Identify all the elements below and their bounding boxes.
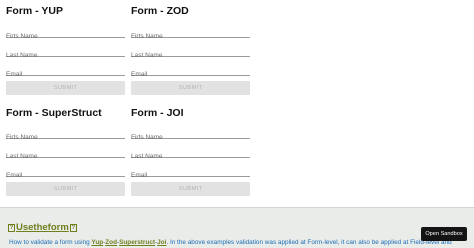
- form-title: Form - JOI: [131, 107, 184, 119]
- first-name-input[interactable]: [131, 131, 250, 144]
- missing-glyph-icon: ?: [69, 223, 77, 232]
- first-name-input[interactable]: [6, 30, 125, 43]
- last-name-input[interactable]: [131, 150, 250, 163]
- last-name-input[interactable]: [6, 49, 125, 62]
- form-title: Form - ZOD: [131, 5, 189, 17]
- submit-button[interactable]: SUBMIT: [6, 81, 125, 95]
- last-name-input[interactable]: [6, 150, 125, 163]
- usetheform-link[interactable]: Usetheform: [16, 222, 69, 233]
- first-name-field[interactable]: [6, 25, 125, 43]
- submit-button[interactable]: SUBMIT: [6, 182, 125, 196]
- first-name-field[interactable]: [6, 126, 125, 144]
- last-name-field[interactable]: [131, 44, 250, 62]
- desc-text-start: How to validate a form using: [9, 239, 90, 246]
- email-field[interactable]: [6, 164, 125, 182]
- form-title: Form - YUP: [6, 5, 63, 17]
- first-name-input[interactable]: [131, 30, 250, 43]
- email-field[interactable]: [131, 63, 250, 81]
- first-name-field[interactable]: [131, 126, 250, 144]
- form-yup: Form - YUP SUBMIT: [6, 5, 125, 95]
- zod-link[interactable]: Zod: [105, 239, 117, 246]
- desc-text-end: . In the above examples validation was a…: [166, 239, 452, 246]
- last-name-field[interactable]: [131, 145, 250, 163]
- email-input[interactable]: [131, 68, 250, 81]
- first-name-input[interactable]: [6, 131, 125, 144]
- email-input[interactable]: [6, 68, 125, 81]
- last-name-field[interactable]: [6, 145, 125, 163]
- open-sandbox-button[interactable]: Open Sandbox: [421, 227, 467, 241]
- missing-glyph-icon: ?: [8, 223, 15, 232]
- submit-button[interactable]: SUBMIT: [131, 81, 250, 95]
- email-field[interactable]: [6, 63, 125, 81]
- joi-link[interactable]: Joi: [157, 239, 166, 246]
- info-description: How to validate a form using Yup-Zod-Sup…: [9, 239, 452, 246]
- email-input[interactable]: [6, 169, 125, 182]
- last-name-field[interactable]: [6, 44, 125, 62]
- info-panel: ? Usetheform ? How to validate a form us…: [0, 207, 474, 248]
- first-name-field[interactable]: [131, 25, 250, 43]
- yup-link[interactable]: Yup: [91, 239, 103, 246]
- form-title: Form - SuperStruct: [6, 107, 102, 119]
- form-joi: Form - JOI SUBMIT: [131, 107, 250, 196]
- submit-button[interactable]: SUBMIT: [131, 182, 250, 196]
- email-input[interactable]: [131, 169, 250, 182]
- form-zod: Form - ZOD SUBMIT: [131, 5, 250, 95]
- superstruct-link[interactable]: Superstruct: [119, 239, 155, 246]
- email-field[interactable]: [131, 164, 250, 182]
- info-title: ? Usetheform ?: [8, 222, 77, 233]
- form-superstruct: Form - SuperStruct SUBMIT: [6, 107, 125, 196]
- last-name-input[interactable]: [131, 49, 250, 62]
